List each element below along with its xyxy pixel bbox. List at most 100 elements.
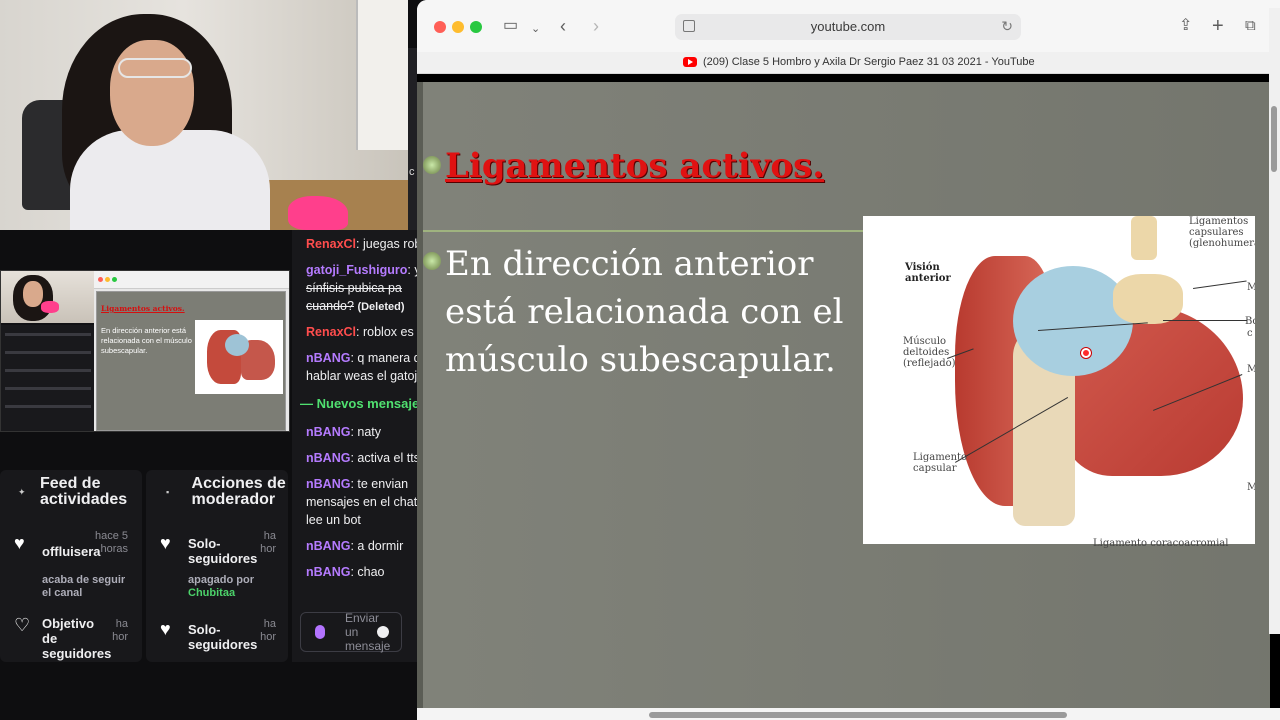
- shoulder-anatomy-figure: Visión anterior Ligamentos capsulares (g…: [863, 216, 1255, 544]
- webcam-pink-object: [288, 196, 348, 230]
- mod-action-actor[interactable]: Chubitaa: [188, 587, 278, 600]
- preview-face: [23, 281, 43, 307]
- chat-username[interactable]: gatoji_Fushiguro: [306, 263, 407, 277]
- moderator-actions-header: ▪ Acciones de moderador: [146, 470, 288, 514]
- chat-username[interactable]: nBANG: [306, 451, 350, 465]
- emoji-icon[interactable]: [377, 626, 389, 638]
- chat-message[interactable]: nBANG: activa el tts: [306, 450, 417, 467]
- chat-message: cuando? (Deleted): [306, 298, 417, 316]
- chat-message[interactable]: gatoji_Fushiguro: y: [306, 262, 417, 279]
- chat-username[interactable]: nBANG: [306, 425, 350, 439]
- figure-label-coracoacromial: Ligamento coracoacromial: [1093, 538, 1229, 549]
- feed-item-subtitle: acaba de seguir el canal: [42, 574, 126, 599]
- figure-label-c: c: [1247, 328, 1253, 339]
- chat-message[interactable]: RenaxCl: juegas rob: [306, 236, 417, 253]
- chat-text-deleted: sínfisis pubica pa: [306, 281, 402, 295]
- heart-icon: ♡: [14, 615, 31, 635]
- chat-message[interactable]: nBANG: naty: [306, 424, 417, 441]
- stream-preview[interactable]: Ligamentos activos. En dirección anterio…: [0, 270, 290, 432]
- mod-action-item[interactable]: ♥ Solo-seguidores ha hor apagado por Chu…: [146, 528, 288, 608]
- activity-feed-header: ✦ Feed de actividades: [0, 470, 142, 514]
- close-window-button[interactable]: [434, 21, 446, 33]
- chat-username[interactable]: RenaxCl: [306, 237, 356, 251]
- chat-message[interactable]: nBANG: q manera d: [306, 350, 417, 367]
- chat-message[interactable]: nBANG: a dormir: [306, 538, 417, 555]
- chat-edge-letter: c: [409, 166, 415, 178]
- preview-pink: [41, 301, 59, 313]
- feed-item[interactable]: ♡ Objetivo de seguidores ha hor: [0, 615, 142, 661]
- deleted-badge: (Deleted): [357, 301, 405, 313]
- chat-text: : q manera d: [350, 351, 417, 365]
- tab-bar: (209) Clase 5 Hombro y Axila Dr Sergio P…: [417, 52, 1280, 74]
- chat-username[interactable]: nBANG: [306, 539, 350, 553]
- new-tab-icon[interactable]: +: [1212, 16, 1224, 36]
- reload-icon[interactable]: ↻: [1001, 18, 1013, 35]
- tab-title[interactable]: (209) Clase 5 Hombro y Axila Dr Sergio P…: [703, 56, 1035, 68]
- preview-figure-part: [225, 334, 249, 356]
- chat-panel: RenaxCl: juegas rob gatoji_Fushiguro: y …: [292, 230, 417, 662]
- horizontal-scrollbar[interactable]: [649, 712, 1067, 718]
- preview-line: [5, 405, 91, 408]
- preview-min-dot: [105, 277, 110, 282]
- maximize-window-button[interactable]: [470, 21, 482, 33]
- preview-webcam: [1, 271, 94, 323]
- figure-acromion: [1113, 274, 1183, 324]
- share-icon[interactable]: ⇪: [1179, 16, 1192, 36]
- chat-username[interactable]: nBANG: [306, 351, 350, 365]
- mod-action-name: Solo-seguidores: [188, 622, 258, 652]
- moderator-actions-title: Acciones de moderador: [191, 475, 286, 508]
- chat-username[interactable]: nBANG: [306, 477, 350, 491]
- chat-username[interactable]: nBANG: [306, 565, 350, 579]
- chat-message[interactable]: nBANG: chao: [306, 564, 417, 581]
- preview-line: [5, 369, 91, 372]
- preview-browser: Ligamentos activos. En dirección anterio…: [94, 271, 289, 431]
- figure-label-m1: M: [1247, 282, 1255, 293]
- mod-icon: ▪: [166, 487, 170, 497]
- feed-item-time: hace 5 horas: [94, 530, 128, 555]
- address-text: youtube.com: [810, 19, 886, 34]
- figure-label-m2: M: [1247, 364, 1255, 375]
- address-bar[interactable]: youtube.com ↻: [675, 14, 1021, 40]
- microphone-icon[interactable]: [315, 625, 325, 639]
- sidebar-toggle-icon[interactable]: ▭: [503, 16, 518, 36]
- feed-icon: ✦: [18, 486, 26, 497]
- chat-username[interactable]: RenaxCl: [306, 325, 356, 339]
- preview-max-dot: [112, 277, 117, 282]
- preview-toolbar: [94, 271, 289, 289]
- mod-action-item[interactable]: ♥ Solo-seguidores ha hor: [146, 616, 288, 660]
- slide-bullet-icon: [423, 252, 441, 270]
- preview-slide-body: En dirección anterior está relacionada c…: [101, 326, 192, 355]
- slide-title: Ligamentos activos.: [445, 146, 825, 186]
- chat-text: mensajes en el chat: [306, 495, 417, 509]
- feed-item-time: ha hor: [112, 618, 128, 643]
- forward-icon[interactable]: ›: [593, 16, 599, 36]
- vertical-scrollbar[interactable]: [1271, 106, 1277, 172]
- tab-overview-icon[interactable]: ⧉: [1245, 16, 1256, 36]
- chat-message[interactable]: nBANG: te envian: [306, 476, 417, 493]
- chat-input[interactable]: Enviar un mensaje: [300, 611, 402, 653]
- browser-toolbar: ▭ ⌄ ‹ › youtube.com ↻ ⇪ + ⧉: [417, 0, 1280, 52]
- figure-coracoid: [1131, 216, 1157, 260]
- chat-message[interactable]: RenaxCl: roblox es: [306, 324, 417, 341]
- heart-icon: ♥: [14, 533, 25, 553]
- chat-text: lee un bot: [306, 513, 361, 527]
- mod-action-name: Solo-seguidores: [188, 536, 258, 566]
- back-icon[interactable]: ‹: [560, 16, 566, 36]
- video-player[interactable]: Ligamentos activos. En dirección anterio…: [417, 74, 1280, 708]
- slide-bullet-icon: [423, 156, 441, 174]
- figure-label-view: Visión anterior: [905, 262, 951, 284]
- figure-leader-line: [1163, 320, 1247, 321]
- slide-divider: [423, 230, 863, 232]
- page-right-edge: [1269, 8, 1280, 634]
- moderator-actions-panel: ▪ Acciones de moderador ♥ Solo-seguidore…: [146, 470, 288, 662]
- new-messages-divider: — Nuevos mensaje: [300, 396, 417, 411]
- chat-text: : roblox es: [356, 325, 414, 339]
- figure-leader-line: [1193, 280, 1247, 289]
- mod-action-time: ha hor: [260, 530, 276, 555]
- preview-line: [5, 387, 91, 390]
- heart-icon: ♥: [160, 619, 171, 639]
- minimize-window-button[interactable]: [452, 21, 464, 33]
- youtube-icon: [683, 57, 697, 67]
- chevron-down-icon[interactable]: ⌄: [531, 19, 540, 39]
- feed-item[interactable]: ♥ offluisera hace 5 horas acaba de segui…: [0, 528, 142, 608]
